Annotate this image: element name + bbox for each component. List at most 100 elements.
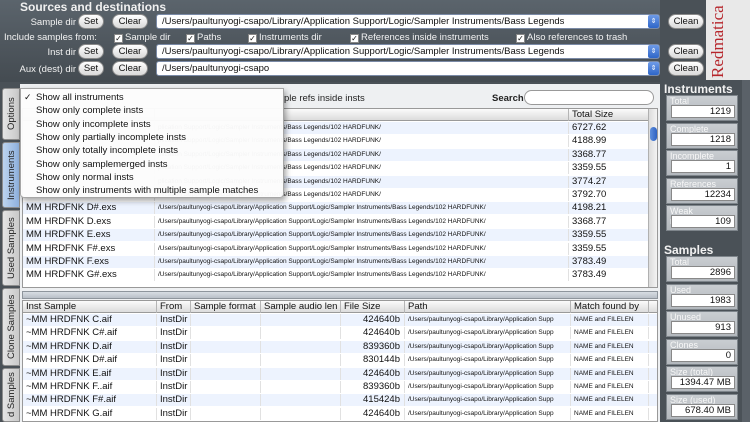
header-match-found-by[interactable]: Match found by	[571, 301, 649, 313]
checkbox-references-inside[interactable]: ✓ References inside instruments	[350, 32, 489, 43]
filter-menu-item[interactable]: Show only complete insts	[21, 104, 283, 117]
sample-dir-set-button[interactable]: Set	[78, 14, 104, 29]
stat-value: 0	[671, 348, 735, 362]
table-row[interactable]: ~MM HRDFNK D#.aif InstDir 830144b/Users/pa…	[23, 354, 657, 367]
table-row[interactable]: ~MM HRDFNK D.aif InstDir 839360b/Users/pau…	[23, 340, 657, 353]
instrument-filter-menu: ✓ Show all instruments Show only complete …	[20, 88, 284, 198]
header-inst-sample[interactable]: Inst Sample	[23, 301, 157, 313]
filter-menu-item[interactable]: Show only normal insts	[21, 171, 283, 184]
tab-unused-samples[interactable]: d Samples	[2, 368, 20, 422]
sample-dir-clear-button[interactable]: Clear	[112, 14, 148, 29]
header-sample-format[interactable]: Sample format	[191, 301, 261, 313]
filter-menu-item[interactable]: Show only instruments with multiple samp…	[21, 184, 283, 197]
instrument-size-cell: 6727.62	[569, 122, 649, 134]
table-row[interactable]: ~MM HRDFNK F#.aif InstDir 415424b/Users/pa…	[23, 394, 657, 407]
header-sample-audio-len[interactable]: Sample audio len	[261, 301, 341, 313]
aux-dir-path-field[interactable]: /Users/paultunyogi-csapo ⇕	[156, 61, 660, 76]
inst-dir-clear-button[interactable]: Clear	[112, 44, 148, 59]
table-row[interactable]: MM HRDFNK F.exs/Users/paultunyogi-csapo/…	[23, 256, 657, 268]
instrument-size-cell: 3359.55	[569, 229, 649, 242]
sample-path-cell: /Users/paultunyogi-csapo/Library/Applica…	[405, 340, 571, 353]
sample-dir-clean-button[interactable]: Clean	[668, 14, 704, 29]
tab-instruments[interactable]: Instruments	[2, 142, 20, 208]
instrument-path-cell: /Users/paultunyogi-csapo/Library/Applica…	[155, 269, 569, 282]
header-file-size[interactable]: File Size	[341, 301, 405, 313]
checkbox-instruments-dir[interactable]: ✓ Instruments dir	[248, 32, 322, 43]
inst-dir-path-text: /Users/paultunyogi-csapo/Library/Applica…	[162, 46, 565, 57]
inst-dir-set-button[interactable]: Set	[78, 44, 104, 59]
filter-menu-item-label: Show only incomplete insts	[36, 118, 151, 130]
sample-path-cell: /Users/paultunyogi-csapo/Library/Applica…	[405, 407, 571, 420]
table-row[interactable]: MM HRDFNK D.exs/Users/paultunyogi-csapo/…	[23, 215, 657, 228]
sample-path-cell: /Users/paultunyogi-csapo/Library/Applica…	[405, 381, 571, 393]
aux-dir-dropdown-icon[interactable]: ⇕	[648, 62, 659, 75]
instruments-table-scrollbar[interactable]	[648, 109, 657, 287]
tab-used-samples[interactable]: Used Samples	[2, 210, 20, 286]
filter-menu-item[interactable]: Show only totally incomplete insts	[21, 144, 283, 157]
stat-value: 1	[671, 160, 735, 173]
table-row[interactable]: ~MM HRDFNK E.aif InstDir 424640b/Users/pau…	[23, 367, 657, 380]
filter-menu-item-label: Show only complete insts	[36, 105, 144, 117]
header-from[interactable]: From	[157, 301, 191, 313]
table-row[interactable]: ~MM HRDFNK C.aif InstDir 424640b/Users/pau…	[23, 314, 657, 326]
filter-menu-item[interactable]: Show only samplemerged insts	[21, 158, 283, 171]
instrument-size-cell: 3359.55	[569, 162, 649, 175]
sample-match-cell: NAME and FILELEN	[571, 394, 649, 407]
aux-dir-clean-button[interactable]: Clean	[668, 61, 704, 76]
stat-value: 1219	[671, 105, 735, 118]
table-row[interactable]: MM HRDFNK F#.exs/Users/paultunyogi-csapo…	[23, 242, 657, 255]
include-samples-label: Include samples from:	[4, 32, 97, 43]
instrument-name-cell: MM HRDFNK F#.exs	[23, 242, 155, 255]
inst-dir-path-field[interactable]: /Users/paultunyogi-csapo/Library/Applica…	[156, 44, 660, 59]
instrument-name-cell: MM HRDFNK D#.exs	[23, 202, 155, 215]
checkbox-sample-dir[interactable]: ✓ Sample dir	[114, 32, 170, 43]
search-input[interactable]	[524, 90, 654, 105]
inst-dir-dropdown-icon[interactable]: ⇕	[648, 45, 659, 58]
sample-empty-cell	[191, 381, 261, 393]
stat-box: Clones 0	[666, 338, 738, 365]
inst-dir-clean-button[interactable]: Clean	[668, 44, 704, 59]
checkbox-references-trash-icon[interactable]: ✓	[516, 34, 525, 43]
checkbox-sample-dir-icon[interactable]: ✓	[114, 34, 123, 43]
stats-panel-scrollbar[interactable]	[742, 80, 750, 422]
sample-match-cell: NAME and FILELEN	[571, 354, 649, 367]
instrument-size-cell: 3774.27	[569, 175, 649, 188]
instruments-table-scroll-thumb[interactable]	[650, 127, 657, 141]
filter-menu-item[interactable]: ✓ Show all instruments	[21, 91, 283, 104]
sample-dir-dropdown-icon[interactable]: ⇕	[648, 15, 659, 28]
sample-empty-cell	[261, 381, 341, 393]
filter-menu-item[interactable]: Show only incomplete insts	[21, 118, 283, 131]
aux-dir-clear-button[interactable]: Clear	[112, 61, 148, 76]
sample-empty-cell	[261, 327, 341, 340]
filter-menu-item[interactable]: Show only partially incomplete insts	[21, 131, 283, 144]
sample-dir-path-field[interactable]: /Users/paultunyogi-csapo/Library/Applica…	[156, 14, 660, 29]
instrument-size-cell: 3792.70	[569, 189, 649, 201]
sample-dir-label: Sample dir	[30, 17, 76, 28]
header-total-size[interactable]: Total Size	[569, 109, 649, 121]
checkbox-instruments-dir-icon[interactable]: ✓	[248, 34, 257, 43]
checkbox-references-trash[interactable]: ✓ Also references to trash	[516, 32, 627, 43]
table-row[interactable]: ~MM HRDFNK C#.aif InstDir 424640b/Users/pa…	[23, 327, 657, 340]
table-row[interactable]: MM HRDFNK G#.exs/Users/paultunyogi-csapo…	[23, 269, 657, 282]
instrument-size-cell: 3783.49	[569, 269, 649, 282]
table-row[interactable]: ~MM HRDFNK F..aif InstDir 839360b/Users/pa…	[23, 381, 657, 393]
instrument-name-cell: MM HRDFNK D.exs	[23, 215, 155, 228]
checkbox-references-inside-icon[interactable]: ✓	[350, 34, 359, 43]
stat-value: 1983	[671, 293, 735, 307]
checkbox-paths-icon[interactable]: ✓	[186, 34, 195, 43]
instrument-size-cell: 4188.99	[569, 135, 649, 148]
sample-empty-cell	[191, 314, 261, 326]
sample-size-cell: 424640b	[341, 367, 405, 380]
filter-menu-item-label: Show only totally incomplete insts	[36, 145, 179, 157]
pane-splitter[interactable]	[22, 291, 658, 299]
sample-empty-cell	[261, 314, 341, 326]
tab-options[interactable]: Options	[2, 88, 20, 140]
checkbox-paths[interactable]: ✓ Paths	[186, 32, 221, 43]
table-row[interactable]: ~MM HRDFNK G.aif InstDir 424640b/Users/pau…	[23, 407, 657, 420]
header-sample-path[interactable]: Path	[405, 301, 571, 313]
sample-match-cell: NAME and FILELEN	[571, 367, 649, 380]
table-row[interactable]: MM HRDFNK D#.exs/Users/paultunyogi-csapo…	[23, 202, 657, 215]
table-row[interactable]: MM HRDFNK E.exs/Users/paultunyogi-csapo/…	[23, 229, 657, 242]
tab-clone-samples[interactable]: Clone Samples	[2, 288, 20, 366]
aux-dir-set-button[interactable]: Set	[78, 61, 104, 76]
